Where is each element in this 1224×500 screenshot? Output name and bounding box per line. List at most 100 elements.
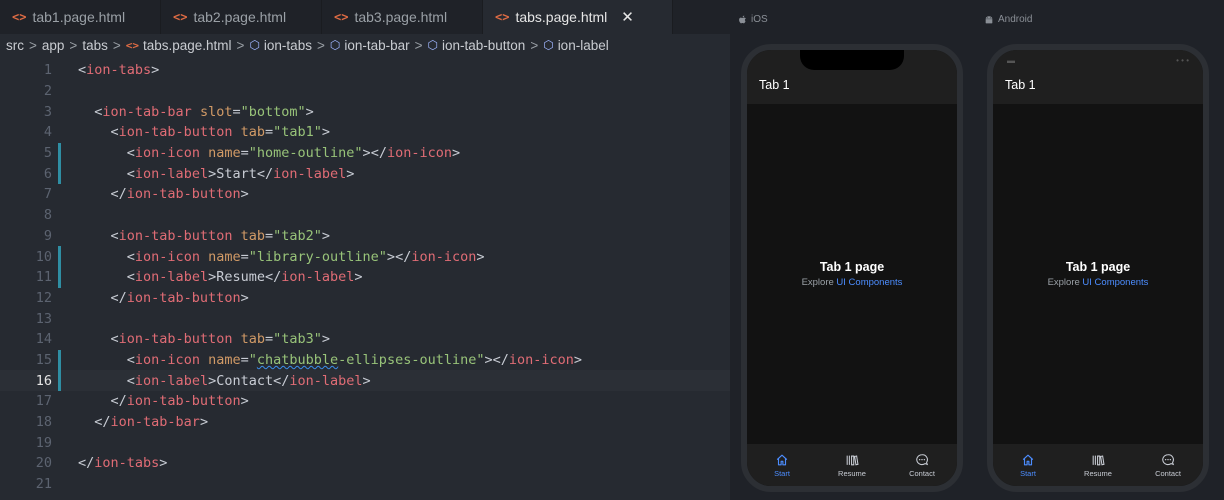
app-content: Tab 1 page Explore UI Components xyxy=(993,104,1203,444)
status-left-dash: ▬ xyxy=(1007,55,1015,65)
chevron-right-icon: > xyxy=(29,37,37,53)
line-number: 11 xyxy=(35,269,52,286)
code-line[interactable]: 3 <ion-tab-bar slot="bottom"> xyxy=(0,101,730,122)
code-line[interactable]: 1 <ion-tabs> xyxy=(0,60,730,81)
breadcrumb-file[interactable]: tabs.page.html xyxy=(143,38,232,53)
line-number: 19 xyxy=(35,434,52,451)
status-right-dots: • • • xyxy=(1176,55,1189,65)
editor-tab-label: tab2.page.html xyxy=(193,9,287,25)
code-line[interactable]: 13 xyxy=(0,308,730,329)
platform-name: iOS xyxy=(751,14,768,25)
code-line[interactable]: 7 </ion-tab-button> xyxy=(0,184,730,205)
chevron-right-icon: > xyxy=(236,37,245,53)
breadcrumb-symbol[interactable]: ion-label xyxy=(558,38,609,53)
chevron-right-icon: > xyxy=(414,37,423,53)
code-line[interactable]: 6 <ion-label>Start</ion-label> xyxy=(0,163,730,185)
code-text: <ion-icon name="chatbubble-ellipses-outl… xyxy=(126,351,583,368)
git-change-marker xyxy=(58,349,61,371)
code-line[interactable]: 5 <ion-icon name="home-outline"></ion-ic… xyxy=(0,142,730,164)
tab-button-start[interactable]: Start xyxy=(998,453,1058,478)
code-line[interactable]: 8 xyxy=(0,205,730,226)
html-file-icon: <> xyxy=(125,38,139,52)
code-line[interactable]: 21 xyxy=(0,474,730,495)
editor-tab-tab3[interactable]: <> tab3.page.html xyxy=(322,0,483,34)
line-number: 20 xyxy=(35,455,52,472)
bottom-tab-bar: Start Resume Contact xyxy=(747,444,957,486)
breadcrumb-symbol[interactable]: ion-tabs xyxy=(264,38,312,53)
android-device-frame: ▬ • • • Tab 1 Tab 1 page Explore UI Comp… xyxy=(987,44,1209,492)
line-number: 10 xyxy=(35,248,52,265)
code-line[interactable]: 14 <ion-tab-button tab="tab3"> xyxy=(0,329,730,350)
app-content: Tab 1 page Explore UI Components xyxy=(747,104,957,444)
code-line[interactable]: 2 xyxy=(0,81,730,102)
line-number: 21 xyxy=(35,476,52,493)
tab-button-contact[interactable]: Contact xyxy=(1138,453,1198,478)
code-line[interactable]: 12 </ion-tab-button> xyxy=(0,288,730,309)
android-icon xyxy=(985,15,993,23)
explore-text: Explore UI Components xyxy=(993,277,1203,288)
git-change-marker xyxy=(58,246,61,267)
git-change-marker xyxy=(58,163,61,185)
toolbar-title: Tab 1 xyxy=(1005,78,1036,92)
tab-button-contact[interactable]: Contact xyxy=(892,453,952,478)
editor-tab-bar: <> tab1.page.html <> tab2.page.html <> t… xyxy=(0,0,730,34)
git-change-marker xyxy=(58,329,61,350)
code-text: <ion-tab-bar slot="bottom"> xyxy=(94,103,314,120)
editor-tab-label: tabs.page.html xyxy=(515,9,608,25)
git-change-marker xyxy=(58,370,61,391)
git-change-marker xyxy=(58,412,61,433)
breadcrumb-symbol[interactable]: ion-tab-button xyxy=(442,38,525,53)
code-text: </ion-tab-button> xyxy=(110,289,249,306)
tab-button-start[interactable]: Start xyxy=(752,453,812,478)
symbol-cube-icon: ⬡ xyxy=(427,38,438,52)
code-line[interactable]: 4 <ion-tab-button tab="tab1"> xyxy=(0,122,730,143)
device-notch xyxy=(800,50,904,70)
code-area[interactable]: 1 <ion-tabs> 2 3 <ion-tab-bar slot="bottom"… xyxy=(0,60,730,494)
close-icon[interactable]: ✕ xyxy=(621,8,634,26)
breadcrumb: src > app > tabs > <> tabs.page.html > ⬡… xyxy=(0,34,730,56)
page-title: Tab 1 page xyxy=(819,260,885,274)
code-text: </ion-tab-button> xyxy=(110,186,249,203)
breadcrumb-folder[interactable]: app xyxy=(42,38,65,53)
library-outline-icon xyxy=(1092,454,1105,465)
chevron-right-icon: > xyxy=(112,37,121,53)
line-number: 8 xyxy=(43,207,52,224)
platform-label-android: Android xyxy=(984,14,1032,25)
breadcrumb-folder[interactable]: src xyxy=(6,38,24,53)
code-line[interactable]: 15 <ion-icon name="chatbubble-ellipses-o… xyxy=(0,349,730,371)
git-change-marker xyxy=(58,453,61,474)
tab-button-resume[interactable]: Resume xyxy=(1068,453,1128,478)
code-line[interactable]: 17 </ion-tab-button> xyxy=(0,391,730,412)
ui-components-link[interactable]: UI Components xyxy=(1082,277,1148,288)
code-line[interactable]: 20 </ion-tabs> xyxy=(0,453,730,474)
line-number: 6 xyxy=(43,165,52,182)
git-change-marker xyxy=(58,122,61,143)
git-change-marker xyxy=(58,288,61,309)
editor-tab-tabs[interactable]: <> tabs.page.html ✕ xyxy=(483,0,673,34)
line-number: 5 xyxy=(43,145,52,162)
editor-tab-tab2[interactable]: <> tab2.page.html xyxy=(161,0,322,34)
git-change-marker xyxy=(58,266,61,288)
breadcrumb-symbol[interactable]: ion-tab-bar xyxy=(344,38,409,53)
breadcrumb-folder[interactable]: tabs xyxy=(82,38,108,53)
tab-button-resume[interactable]: Resume xyxy=(822,453,882,478)
git-change-marker xyxy=(58,432,61,453)
editor-tab-tab1[interactable]: <> tab1.page.html xyxy=(0,0,161,34)
code-text: <ion-tabs> xyxy=(78,62,160,79)
code-text: </ion-tab-bar> xyxy=(94,414,209,431)
line-number: 17 xyxy=(35,393,52,410)
chevron-right-icon: > xyxy=(69,37,78,53)
home-outline-icon xyxy=(1022,454,1034,465)
chatbubble-ellipses-icon xyxy=(916,453,929,465)
line-number: 9 xyxy=(43,227,52,244)
code-line[interactable]: 18 </ion-tab-bar> xyxy=(0,412,730,433)
html-file-icon: <> xyxy=(173,10,188,24)
chatbubble-ellipses-icon xyxy=(1162,453,1175,465)
code-line[interactable]: 16 <ion-label>Contact</ion-label> xyxy=(0,370,730,391)
page-title: Tab 1 page xyxy=(1065,260,1131,274)
code-line[interactable]: 11 <ion-label>Resume</ion-label> xyxy=(0,266,730,288)
code-line[interactable]: 10 <ion-icon name="library-outline"></io… xyxy=(0,246,730,267)
ui-components-link[interactable]: UI Components xyxy=(836,277,902,288)
code-line[interactable]: 9 <ion-tab-button tab="tab2"> xyxy=(0,226,730,247)
code-line[interactable]: 19 xyxy=(0,432,730,453)
